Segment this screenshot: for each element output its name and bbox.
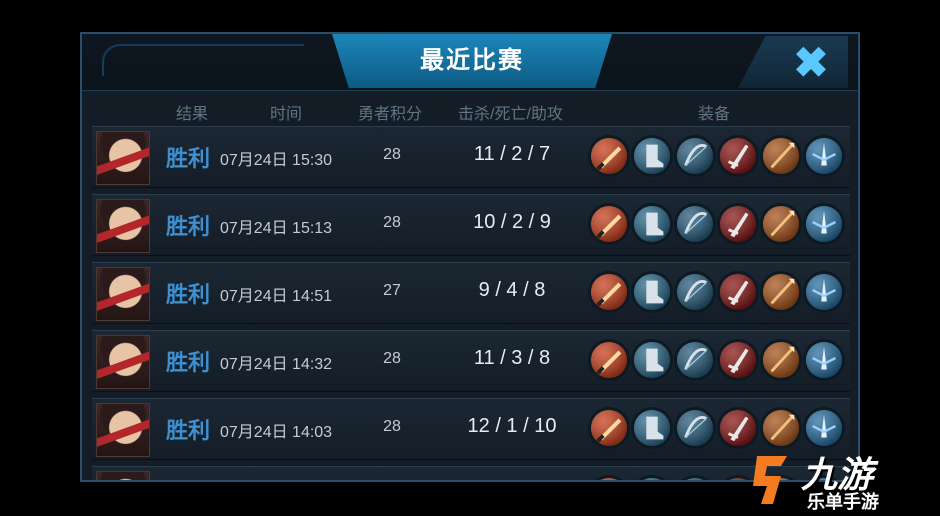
equipment-list bbox=[588, 271, 850, 315]
brave-score: 28 bbox=[383, 214, 401, 231]
equipment-list bbox=[588, 407, 850, 451]
bow-icon[interactable] bbox=[674, 271, 716, 313]
match-time: 07月24日 15:13 bbox=[220, 220, 333, 237]
bow-icon[interactable] bbox=[674, 407, 716, 449]
match-row[interactable]: 胜利 07月24日 15:30 28 11 / 2 / 7 bbox=[92, 126, 850, 188]
brave-score: 27 bbox=[383, 282, 401, 299]
match-time: 07月24日 14:32 bbox=[220, 356, 333, 373]
boots-icon[interactable] bbox=[631, 407, 673, 449]
match-row[interactable]: 胜利 07月24日 14:03 28 12 / 1 / 10 bbox=[92, 398, 850, 460]
spear-icon[interactable] bbox=[760, 339, 802, 381]
spear-icon[interactable] bbox=[760, 271, 802, 313]
bow-icon[interactable] bbox=[674, 475, 716, 480]
equipment-list bbox=[588, 135, 850, 179]
hero-avatar bbox=[96, 403, 150, 457]
crimson-blade-icon[interactable] bbox=[717, 135, 759, 177]
match-row[interactable]: 胜利07月24日 13:49265 / 3 / 8 bbox=[92, 466, 850, 482]
fire-blade-icon[interactable] bbox=[588, 135, 630, 177]
kda-value: 10 / 2 / 9 bbox=[473, 211, 551, 233]
result-label: 胜利 bbox=[166, 418, 211, 443]
hero-avatar bbox=[96, 131, 150, 185]
spear-icon[interactable] bbox=[760, 203, 802, 245]
close-icon[interactable]: ✖ bbox=[788, 40, 834, 86]
header-equipment: 装备 bbox=[698, 106, 731, 123]
spear-icon[interactable] bbox=[760, 135, 802, 177]
crimson-blade-icon[interactable] bbox=[717, 407, 759, 449]
spear-icon[interactable] bbox=[760, 407, 802, 449]
watermark-logo: 九游 乐单手游 bbox=[747, 446, 932, 512]
match-row[interactable]: 胜利 07月24日 15:13 28 10 / 2 / 9 bbox=[92, 194, 850, 256]
column-headers: 结果 时间 勇者积分 击杀/死亡/助攻 装备 bbox=[82, 92, 858, 126]
kda-value: 12 / 1 / 10 bbox=[467, 415, 557, 437]
bow-icon[interactable] bbox=[674, 135, 716, 177]
fire-blade-icon[interactable] bbox=[588, 407, 630, 449]
kda-value: 9 / 4 / 8 bbox=[478, 279, 546, 301]
boots-icon[interactable] bbox=[631, 339, 673, 381]
kda-value: 11 / 2 / 7 bbox=[473, 143, 551, 165]
match-time: 07月24日 14:51 bbox=[220, 288, 333, 305]
crimson-blade-icon[interactable] bbox=[717, 203, 759, 245]
bow-icon[interactable] bbox=[674, 203, 716, 245]
boots-icon[interactable] bbox=[631, 475, 673, 480]
match-list: 胜利 07月24日 15:30 28 11 / 2 / 7 胜利 07月24日 15:13… bbox=[92, 126, 850, 482]
result-label: 胜利 bbox=[166, 146, 211, 171]
crimson-blade-icon[interactable] bbox=[717, 339, 759, 381]
header-time: 时间 bbox=[270, 106, 303, 123]
brave-score: 28 bbox=[383, 146, 401, 163]
jiuyou-logo-icon bbox=[753, 456, 787, 504]
title-decoration bbox=[102, 44, 304, 76]
wing-blade-icon[interactable] bbox=[803, 135, 845, 177]
boots-icon[interactable] bbox=[631, 135, 673, 177]
match-row[interactable]: 胜利 07月24日 14:51 27 9 / 4 / 8 bbox=[92, 262, 850, 324]
title-bar: 最近比赛 ✖ bbox=[82, 34, 858, 91]
wing-blade-icon[interactable] bbox=[803, 203, 845, 245]
match-time: 07月24日 14:03 bbox=[220, 424, 333, 441]
match-row[interactable]: 胜利 07月24日 14:32 28 11 / 3 / 8 bbox=[92, 330, 850, 392]
brave-score: 28 bbox=[383, 418, 401, 435]
watermark-subtitle: 乐单手游 bbox=[807, 492, 879, 512]
fire-blade-icon[interactable] bbox=[588, 271, 630, 313]
fire-blade-icon[interactable] bbox=[588, 475, 630, 480]
boots-icon[interactable] bbox=[631, 203, 673, 245]
result-label: 胜利 bbox=[166, 282, 211, 307]
wing-blade-icon[interactable] bbox=[803, 271, 845, 313]
result-label: 胜利 bbox=[166, 481, 210, 482]
header-score: 勇者积分 bbox=[358, 106, 423, 123]
brave-score: 28 bbox=[383, 350, 401, 367]
result-label: 胜利 bbox=[166, 214, 211, 239]
match-time: 07月24日 15:30 bbox=[220, 152, 333, 169]
hero-avatar bbox=[96, 471, 150, 480]
header-result: 结果 bbox=[176, 106, 209, 123]
wing-blade-icon[interactable] bbox=[803, 339, 845, 381]
bow-icon[interactable] bbox=[674, 339, 716, 381]
hero-avatar bbox=[96, 267, 150, 321]
equipment-list bbox=[588, 203, 850, 247]
result-label: 胜利 bbox=[166, 350, 211, 375]
fire-blade-icon[interactable] bbox=[588, 339, 630, 381]
recent-matches-panel: 最近比赛 ✖ 结果 时间 勇者积分 击杀/死亡/助攻 装备 胜利 07月24日 1… bbox=[80, 32, 860, 482]
wing-blade-icon[interactable] bbox=[803, 407, 845, 449]
fire-blade-icon[interactable] bbox=[588, 203, 630, 245]
header-kda: 击杀/死亡/助攻 bbox=[458, 106, 563, 123]
boots-icon[interactable] bbox=[631, 271, 673, 313]
equipment-list bbox=[588, 339, 850, 383]
kda-value: 11 / 3 / 8 bbox=[473, 347, 551, 369]
crimson-blade-icon[interactable] bbox=[717, 271, 759, 313]
hero-avatar bbox=[96, 199, 150, 253]
hero-avatar bbox=[96, 335, 150, 389]
page-title: 最近比赛 bbox=[420, 47, 524, 74]
